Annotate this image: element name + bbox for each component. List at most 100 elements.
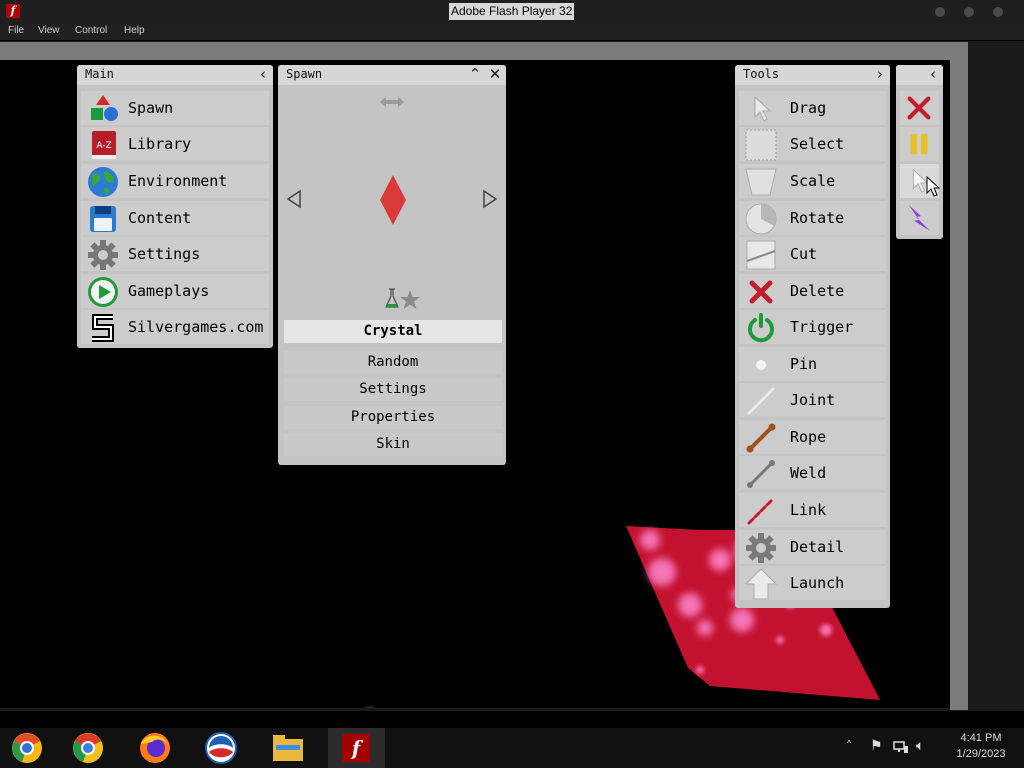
main-item-label: Environment <box>128 172 228 190</box>
maximize-button[interactable] <box>964 7 974 17</box>
file-explorer-icon[interactable] <box>271 733 305 763</box>
play-icon <box>88 277 118 307</box>
main-item-settings[interactable]: Settings <box>81 237 269 271</box>
tool-label: Detail <box>790 538 845 556</box>
tool-label: Scale <box>790 172 836 190</box>
tool-select[interactable]: Select <box>739 127 886 161</box>
collapse-up-icon[interactable]: ⌃ <box>467 66 483 83</box>
menu-bar: File View Control Help <box>0 24 1024 40</box>
flag-icon[interactable]: ⚑ <box>870 738 883 754</box>
quick-lightning-button[interactable] <box>900 201 939 235</box>
volume-icon[interactable]: 🔈︎ <box>916 738 924 754</box>
pie-icon <box>745 203 777 235</box>
network-icon[interactable] <box>893 740 909 754</box>
collapse-left-icon[interactable]: ‹ <box>925 66 941 83</box>
tool-trigger[interactable]: Trigger <box>739 310 886 344</box>
main-item-label: Library <box>128 135 192 153</box>
main-panel: Main ‹ Spawn A-Z Library Environment Con… <box>77 65 273 348</box>
chain-icon <box>747 499 773 525</box>
floppy-icon <box>90 206 116 232</box>
clock[interactable]: 4:41 PM 1/29/2023 <box>944 732 1018 760</box>
crystal-preview <box>380 175 406 225</box>
tool-scale[interactable]: Scale <box>739 164 886 198</box>
tool-launch[interactable]: Launch <box>739 566 886 600</box>
dot-icon <box>756 360 766 370</box>
stage-border-right <box>950 42 968 710</box>
svg-text:A-Z: A-Z <box>96 141 111 151</box>
properties-button[interactable]: Properties <box>284 406 502 429</box>
close-button[interactable] <box>993 7 1003 17</box>
main-item-content[interactable]: Content <box>81 201 269 235</box>
menu-help[interactable]: Help <box>124 25 145 36</box>
chrome-icon[interactable] <box>71 732 105 764</box>
obama-logo-icon[interactable] <box>204 732 238 764</box>
main-item-label: Content <box>128 209 192 227</box>
menu-file[interactable]: File <box>8 25 24 36</box>
tool-pin[interactable]: Pin <box>739 347 886 381</box>
stage-border-top <box>0 42 968 60</box>
settings-button[interactable]: Settings <box>284 378 502 401</box>
tool-link[interactable]: Link <box>739 493 886 527</box>
red-x-icon <box>749 280 773 304</box>
main-item-library[interactable]: A-Z Library <box>81 127 269 161</box>
tool-drag[interactable]: Drag <box>739 91 886 125</box>
power-icon <box>748 313 774 343</box>
menu-control[interactable]: Control <box>75 25 107 36</box>
globe-icon <box>88 167 118 197</box>
selected-object-label[interactable]: Crystal <box>284 320 502 343</box>
main-item-spawn[interactable]: Spawn <box>81 91 269 125</box>
menu-view[interactable]: View <box>38 25 60 36</box>
main-item-gameplays[interactable]: Gameplays <box>81 274 269 308</box>
rope-icon <box>746 423 776 453</box>
gear-icon <box>88 240 118 270</box>
spawn-panel: Spawn ⌃ ✕ Crystal Random Settings Proper… <box>278 65 506 465</box>
window-titlebar: f Adobe Flash Player 32 <box>0 0 1024 24</box>
tool-weld[interactable]: Weld <box>739 456 886 490</box>
next-arrow-icon[interactable] <box>482 189 498 209</box>
firefox-icon[interactable] <box>138 732 172 764</box>
tool-rope[interactable]: Rope <box>739 420 886 454</box>
close-panel-icon[interactable]: ✕ <box>487 66 503 83</box>
book-a-z-icon: A-Z <box>92 131 116 159</box>
previous-arrow-icon[interactable] <box>286 189 302 209</box>
tools-panel-title: Tools <box>743 67 780 81</box>
main-item-environment[interactable]: Environment <box>81 164 269 198</box>
tool-label: Rope <box>790 428 827 446</box>
tool-detail[interactable]: Detail <box>739 530 886 564</box>
collapse-right-icon[interactable]: › <box>872 66 888 83</box>
main-item-label: Spawn <box>128 99 174 117</box>
tool-delete[interactable]: Delete <box>739 274 886 308</box>
trapezoid-icon <box>745 168 777 196</box>
tool-label: Cut <box>790 245 818 263</box>
tool-label: Weld <box>790 464 827 482</box>
skin-button[interactable]: Skin <box>284 433 502 456</box>
tools-panel: Tools › Drag Select Scale Rotate Cut Del… <box>735 65 890 608</box>
collapse-left-icon[interactable]: ‹ <box>255 66 271 83</box>
minimize-button[interactable] <box>935 7 945 17</box>
chrome-canary-icon[interactable] <box>10 732 44 764</box>
cut-icon <box>746 240 776 270</box>
tool-joint[interactable]: Joint <box>739 383 886 417</box>
horizontal-arrows-icon <box>380 97 404 107</box>
flash-logo-icon: f <box>6 4 20 18</box>
lightning-icon <box>908 204 931 232</box>
quick-panel: ‹ <box>896 65 943 239</box>
up-arrow-icon <box>745 568 777 600</box>
spawn-panel-header: Spawn ⌃ ✕ <box>278 65 506 85</box>
quick-pause-button[interactable] <box>900 127 939 161</box>
main-item-silvergames[interactable]: Silvergames.com <box>81 310 269 344</box>
tray-overflow-icon[interactable]: ˄ <box>846 739 852 753</box>
tool-label: Joint <box>790 391 836 409</box>
pause-icon <box>910 133 928 155</box>
flash-player-taskbar-button[interactable]: f <box>328 728 385 768</box>
main-item-label: Settings <box>128 245 201 263</box>
tool-rotate[interactable]: Rotate <box>739 201 886 235</box>
tool-label: Delete <box>790 282 845 300</box>
flash-player-icon: f <box>342 734 370 762</box>
quick-clear-button[interactable] <box>900 91 939 125</box>
random-button[interactable]: Random <box>284 351 502 374</box>
tool-cut[interactable]: Cut <box>739 237 886 271</box>
clock-time: 4:41 PM <box>960 732 1002 744</box>
tool-label: Drag <box>790 99 827 117</box>
tool-label: Launch <box>790 574 845 592</box>
